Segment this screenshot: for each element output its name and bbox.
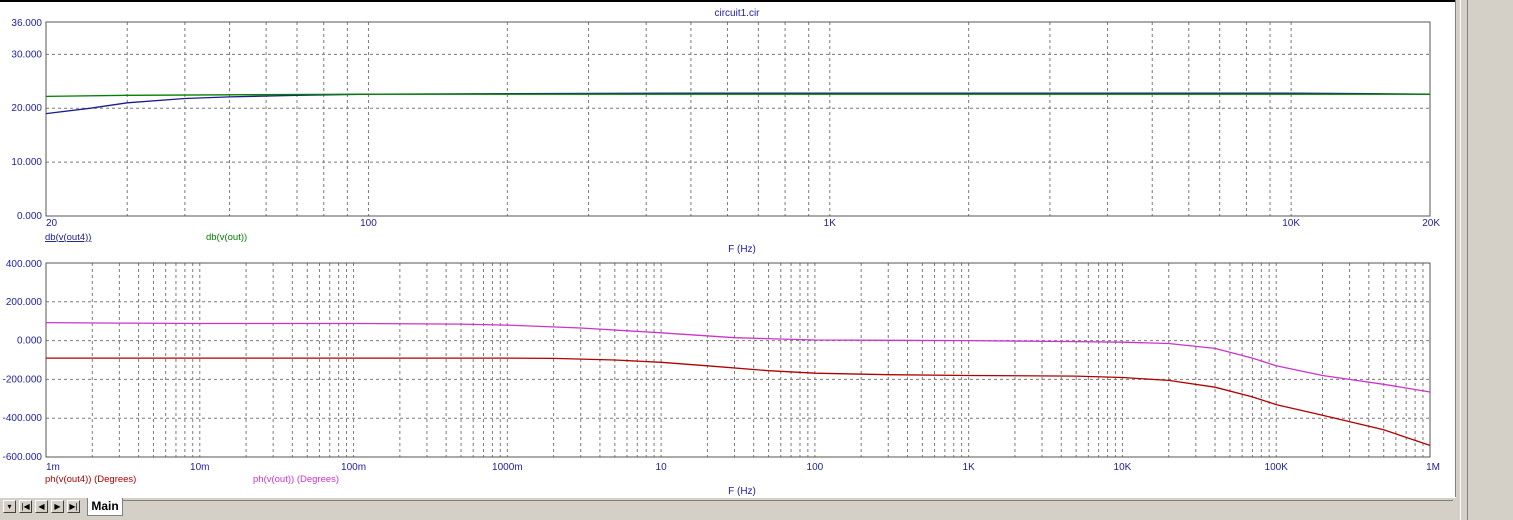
x-axis-label: F (Hz): [728, 486, 756, 497]
magnitude-chart: 36.000 30.000 20.000 10.000 0.000 20 100 1K 10K 2…: [11, 18, 1440, 255]
y-tick-label: 0.000: [17, 211, 42, 222]
plot-border: [45, 262, 1431, 458]
plot-area: circuit1.cir 36.000 30.000 20.000 10.000 0.0…: [3, 8, 1441, 497]
x-axis-label: F (Hz): [728, 244, 756, 255]
first-icon[interactable]: |◀: [19, 500, 32, 513]
y-tick-label: 30.000: [11, 49, 42, 60]
x-tick-label: 1K: [824, 218, 837, 229]
phase-chart: 400.000 200.000 0.000 -200.000 -400.000 -600.…: [3, 259, 1440, 497]
y-tick-label: 200.000: [6, 297, 43, 308]
plot-border: [45, 21, 1431, 217]
y-tick-label: 36.000: [11, 18, 42, 29]
chevron-down-icon[interactable]: ▾: [3, 500, 16, 513]
y-tick-label: -200.000: [3, 374, 43, 385]
y-tick-label: 400.000: [6, 259, 43, 270]
analysis-plot-panel: circuit1.cir 36.000 30.000 20.000 10.000 0.0…: [0, 2, 1460, 520]
x-tick-label: 100m: [341, 462, 366, 473]
legend-entry: ph(v(out4)) (Degrees): [45, 474, 136, 485]
x-tick-label: 10K: [1114, 462, 1132, 473]
x-tick-label: 100: [360, 218, 377, 229]
x-tick-label: 10K: [1282, 218, 1300, 229]
prev-icon[interactable]: ◀: [35, 500, 48, 513]
series-line: [46, 357, 1431, 447]
tab-main[interactable]: Main: [87, 498, 123, 516]
x-tick-label: 1000m: [492, 462, 523, 473]
next-icon[interactable]: ▶: [51, 500, 64, 513]
x-tick-label: 20: [46, 218, 58, 229]
side-panel: [1460, 0, 1513, 520]
y-tick-label: -400.000: [3, 413, 43, 424]
x-tick-label: 1m: [46, 462, 60, 473]
legend-entry: ph(v(out)) (Degrees): [253, 474, 339, 485]
legend-entry: db(v(out4)): [45, 232, 91, 243]
tab-divider: [123, 500, 1453, 501]
y-tick-label: -600.000: [3, 452, 43, 463]
horizontal-scrollbar[interactable]: [0, 516, 1456, 520]
y-tick-label: 0.000: [17, 336, 42, 347]
window-title: circuit1.cir: [714, 8, 760, 19]
x-tick-label: 1M: [1426, 462, 1440, 473]
x-tick-label: 20K: [1422, 218, 1440, 229]
x-tick-label: 1K: [963, 462, 976, 473]
x-tick-label: 100: [807, 462, 824, 473]
legend-entry: db(v(out)): [206, 232, 247, 243]
x-tick-label: 10m: [190, 462, 209, 473]
last-icon[interactable]: ▶|: [67, 500, 80, 513]
sheet-tab-bar: ▾ |◀ ◀ ▶ ▶| Main: [0, 497, 1456, 517]
y-tick-label: 20.000: [11, 103, 42, 114]
x-tick-label: 100K: [1265, 462, 1289, 473]
x-tick-label: 10: [656, 462, 668, 473]
y-tick-label: 10.000: [11, 157, 42, 168]
series-line: [45, 92, 1431, 115]
series-line: [45, 321, 1431, 393]
